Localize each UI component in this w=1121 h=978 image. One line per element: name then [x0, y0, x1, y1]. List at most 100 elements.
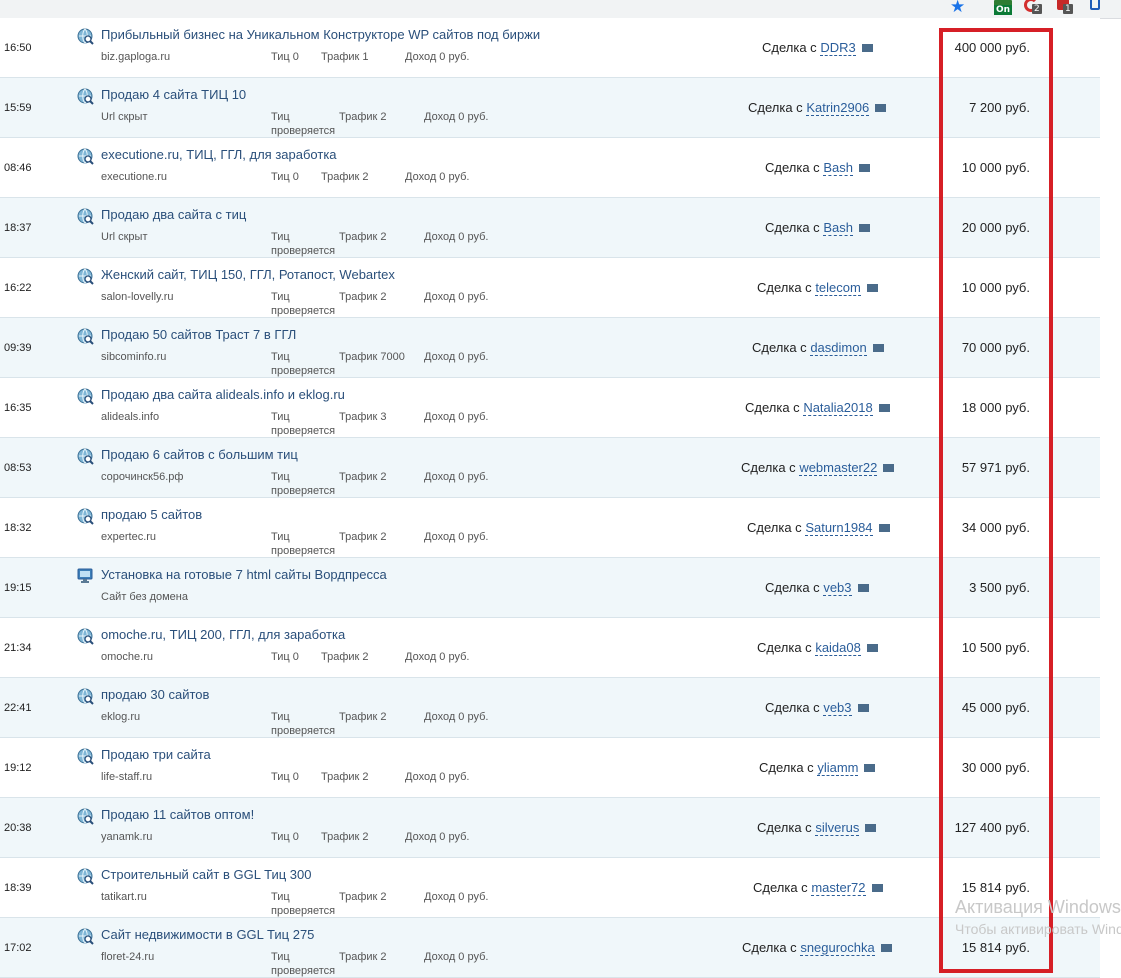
listing-time: 08:53	[4, 462, 32, 474]
deal-info: Сделка с yliamm	[759, 760, 876, 776]
deal-info: Сделка с DDR3	[762, 40, 873, 56]
listing-title-link[interactable]: Продаю два сайта с тиц	[101, 207, 246, 222]
deal-info: Сделка с snegurochka	[742, 940, 892, 956]
search-globe-icon	[76, 687, 94, 705]
mail-icon[interactable]	[866, 284, 878, 292]
listing-title-link[interactable]: omoche.ru, ТИЦ 200, ГГЛ, для заработка	[101, 627, 345, 642]
seller-link[interactable]: webmaster22	[799, 460, 878, 476]
table-row[interactable]: 21:34 omoche.ru, ТИЦ 200, ГГЛ, для зарабо…	[0, 618, 1100, 678]
listing-time: 15:59	[4, 102, 32, 114]
listing-traffic: Трафик 2	[321, 171, 369, 183]
table-row[interactable]: 15:59 Продаю 4 сайта ТИЦ 10 Url скрыт Тиц п…	[0, 78, 1100, 138]
search-globe-icon	[76, 327, 94, 345]
table-row[interactable]: 16:22 Женский сайт, ТИЦ 150, ГГЛ, Ротапос…	[0, 258, 1100, 318]
seller-link[interactable]: yliamm	[817, 760, 859, 776]
watermark-subtitle: Чтобы активировать Windows	[955, 921, 1121, 937]
table-row[interactable]: 08:53 Продаю 6 сайтов с большим тиц сорочи…	[0, 438, 1100, 498]
table-row[interactable]: 18:32 продаю 5 сайтов expertec.ru Тиц прове…	[0, 498, 1100, 558]
deal-label: Сделка с	[745, 400, 800, 415]
listing-title-link[interactable]: Сайт недвижимости в GGL Тиц 275	[101, 927, 314, 942]
seller-link[interactable]: veb3	[823, 700, 852, 716]
mail-icon[interactable]	[875, 104, 887, 112]
extension-b-icon	[1090, 0, 1100, 10]
search-globe-icon	[76, 867, 94, 885]
table-row[interactable]: 18:37 Продаю два сайта с тиц Url скрыт Тиц …	[0, 198, 1100, 258]
browser-toolbar: ★ On 2 1	[0, 0, 1121, 19]
deal-info: Сделка с veb3	[765, 580, 869, 596]
table-row[interactable]: 09:39 Продаю 50 сайтов Траст 7 в ГГЛ sibco…	[0, 318, 1100, 378]
listing-title-link[interactable]: Женский сайт, ТИЦ 150, ГГЛ, Ротапост, We…	[101, 267, 395, 282]
listing-domain: сорочинск56.рф	[101, 471, 184, 483]
listing-title-link[interactable]: Продаю 11 сайтов оптом!	[101, 807, 254, 822]
listing-income: Доход 0 руб.	[405, 831, 470, 843]
table-row[interactable]: 16:50 Прибыльный бизнес на Уникальном Кон…	[0, 18, 1100, 78]
mail-icon[interactable]	[878, 404, 890, 412]
listing-title-link[interactable]: Прибыльный бизнес на Уникальном Конструк…	[101, 27, 540, 42]
search-globe-icon	[76, 927, 94, 945]
mail-icon[interactable]	[857, 584, 869, 592]
deal-label: Сделка с	[765, 220, 820, 235]
seller-link[interactable]: silverus	[815, 820, 860, 836]
listing-time: 18:32	[4, 522, 32, 534]
table-row[interactable]: 22:41 продаю 30 сайтов eklog.ru Тиц проверя…	[0, 678, 1100, 738]
search-globe-icon	[76, 747, 94, 765]
mail-icon[interactable]	[880, 944, 892, 952]
listing-traffic: Трафик 2	[339, 291, 387, 303]
mail-icon[interactable]	[871, 884, 883, 892]
seller-link[interactable]: Bash	[823, 160, 853, 176]
table-row[interactable]: 17:02 Сайт недвижимости в GGL Тиц 275 flor…	[0, 918, 1100, 978]
table-row[interactable]: 19:12 Продаю три сайта life-staff.ru Тиц 0Т…	[0, 738, 1100, 798]
deal-info: Сделка с master72	[753, 880, 883, 896]
listing-income: Доход 0 руб.	[424, 711, 489, 723]
seller-link[interactable]: telecom	[815, 280, 861, 296]
table-row[interactable]: 16:35 Продаю два сайта alideals.info и ek…	[0, 378, 1100, 438]
listing-traffic: Трафик 2	[339, 531, 387, 543]
mail-icon[interactable]	[857, 704, 869, 712]
seller-link[interactable]: master72	[811, 880, 866, 896]
listing-time: 16:22	[4, 282, 32, 294]
listing-income: Доход 0 руб.	[424, 411, 489, 423]
mail-icon[interactable]	[861, 44, 873, 52]
listing-title-link[interactable]: Продаю три сайта	[101, 747, 211, 762]
listing-domain: Url скрыт	[101, 111, 148, 123]
search-globe-icon	[76, 207, 94, 225]
mail-icon[interactable]	[858, 164, 870, 172]
bookmark-star-icon[interactable]: ★	[950, 0, 965, 17]
table-row[interactable]: 18:39 Строительный сайт в GGL Тиц 300 tati…	[0, 858, 1100, 918]
listing-title-link[interactable]: продаю 30 сайтов	[101, 687, 209, 702]
seller-link[interactable]: kaida08	[815, 640, 861, 656]
search-globe-icon	[76, 627, 94, 645]
listing-traffic: Трафик 2	[339, 471, 387, 483]
listing-title-link[interactable]: Продаю 6 сайтов с большим тиц	[101, 447, 298, 462]
mail-icon[interactable]	[866, 644, 878, 652]
listing-time: 18:39	[4, 882, 32, 894]
mail-icon[interactable]	[872, 344, 884, 352]
seller-link[interactable]: dasdimon	[810, 340, 867, 356]
mail-icon[interactable]	[864, 764, 876, 772]
table-row[interactable]: 19:15 Установка на готовые 7 html сайты В…	[0, 558, 1100, 618]
windows-activation-watermark: Активация Windows Чтобы активировать Win…	[955, 897, 1121, 937]
table-row[interactable]: 20:38 Продаю 11 сайтов оптом! yanamk.ru Тиц…	[0, 798, 1100, 858]
search-globe-icon	[76, 447, 94, 465]
seller-link[interactable]: veb3	[823, 580, 852, 596]
listing-title-link[interactable]: продаю 5 сайтов	[101, 507, 202, 522]
table-row[interactable]: 08:46 executione.ru, ТИЦ, ГГЛ, для зарабо…	[0, 138, 1100, 198]
listing-title-link[interactable]: Продаю 50 сайтов Траст 7 в ГГЛ	[101, 327, 296, 342]
seller-link[interactable]: Saturn1984	[805, 520, 873, 536]
listing-title-link[interactable]: Установка на готовые 7 html сайты Вордпр…	[101, 567, 387, 582]
listing-title-link[interactable]: Продаю два сайта alideals.info и eklog.r…	[101, 387, 345, 402]
deal-info: Сделка с veb3	[765, 700, 869, 716]
seller-link[interactable]: Natalia2018	[803, 400, 873, 416]
seller-link[interactable]: Katrin2906	[806, 100, 870, 116]
mail-icon[interactable]	[858, 224, 870, 232]
seller-link[interactable]: DDR3	[820, 40, 856, 56]
mail-icon[interactable]	[865, 824, 877, 832]
seller-link[interactable]: Bash	[823, 220, 853, 236]
listing-title-link[interactable]: Строительный сайт в GGL Тиц 300	[101, 867, 311, 882]
listing-title-link[interactable]: executione.ru, ТИЦ, ГГЛ, для заработка	[101, 147, 337, 162]
mail-icon[interactable]	[883, 464, 895, 472]
seller-link[interactable]: snegurochka	[800, 940, 875, 956]
deal-label: Сделка с	[765, 160, 820, 175]
listing-title-link[interactable]: Продаю 4 сайта ТИЦ 10	[101, 87, 246, 102]
mail-icon[interactable]	[878, 524, 890, 532]
